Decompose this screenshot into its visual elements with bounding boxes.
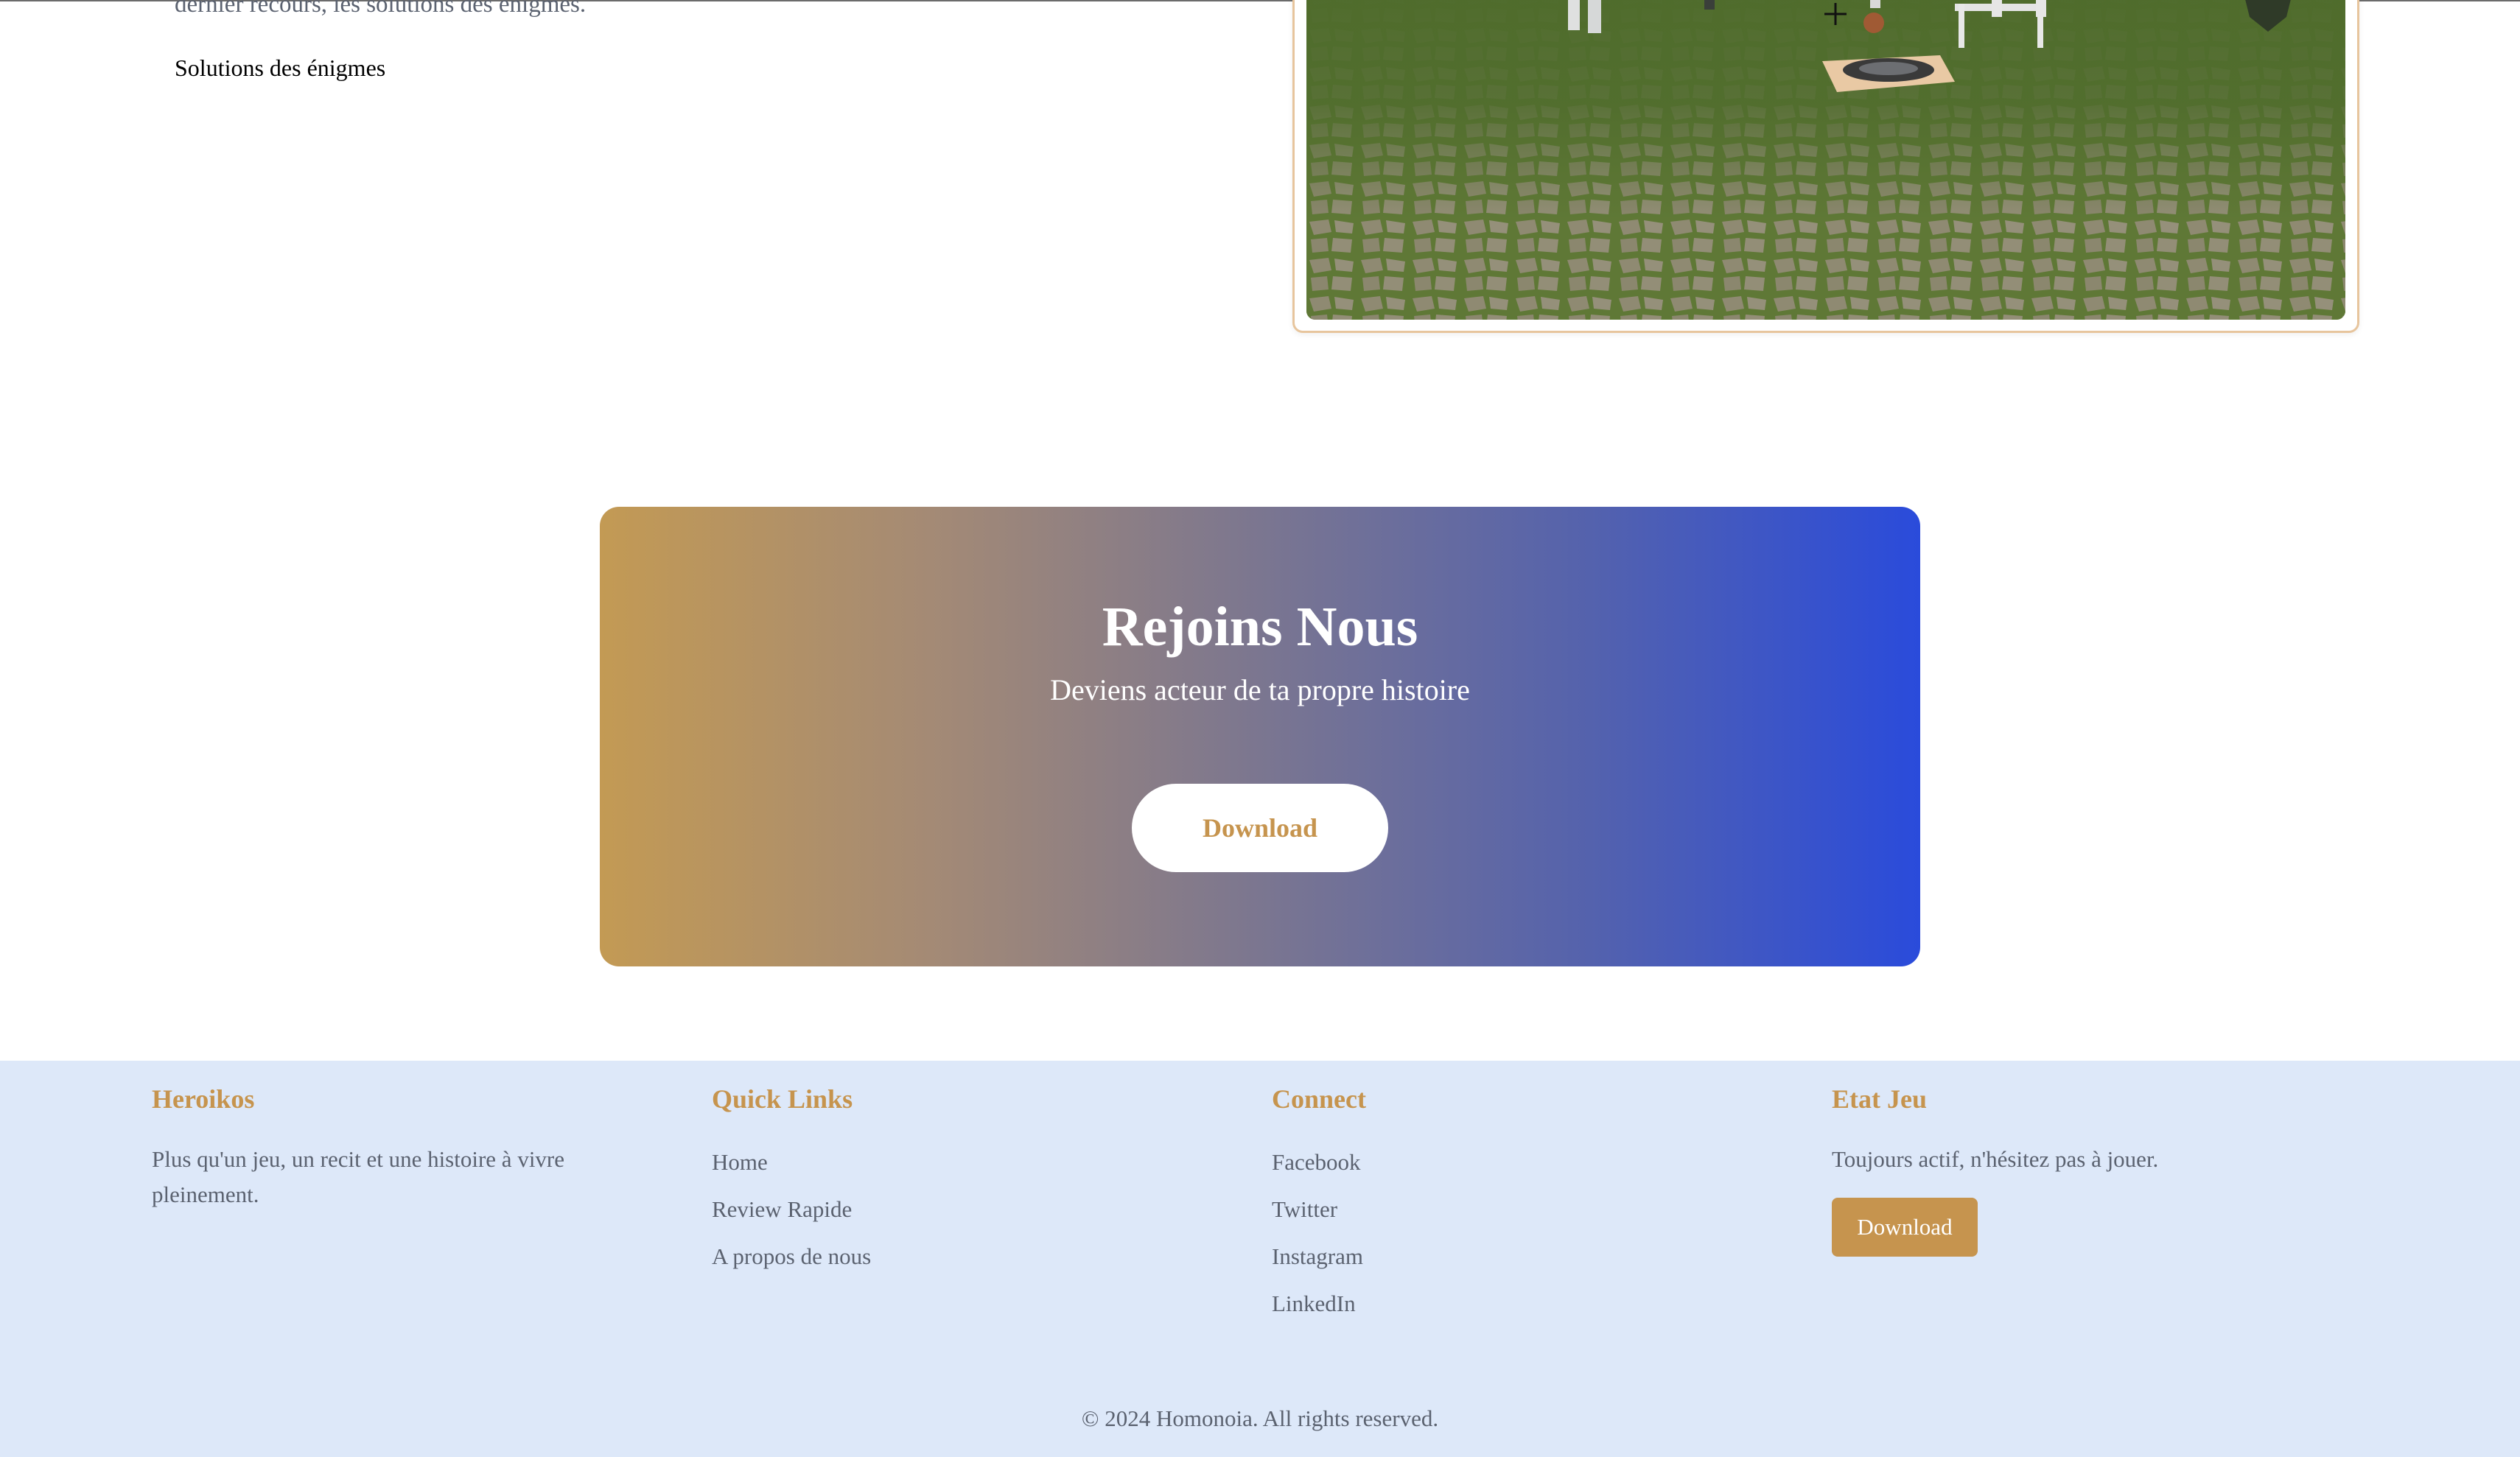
footer-link-home[interactable]: Home xyxy=(712,1139,1183,1186)
footer-quick-links-column: Quick Links Home Review Rapide A propos … xyxy=(712,1083,1183,1280)
footer-connect-column: Connect Facebook Twitter Instagram Linke… xyxy=(1272,1083,1743,1327)
footer-download-button[interactable]: Download xyxy=(1832,1198,1978,1257)
footer-quick-links-title: Quick Links xyxy=(712,1084,853,1114)
quick-links-list: Home Review Rapide A propos de nous xyxy=(712,1139,1183,1280)
join-us-banner: Rejoins Nous Deviens acteur de ta propre… xyxy=(600,507,1920,966)
footer-link-review[interactable]: Review Rapide xyxy=(712,1186,1183,1233)
footer-status-column: Etat Jeu Toujours actif, n'hésitez pas à… xyxy=(1832,1083,2303,1257)
footer-connect-title: Connect xyxy=(1272,1084,1366,1114)
solutions-paragraph: dernier recours, les solutions des énigm… xyxy=(175,0,587,18)
join-us-title: Rejoins Nous xyxy=(1102,596,1418,658)
solutions-text-block: dernier recours, les solutions des énigm… xyxy=(175,0,1243,82)
connect-list: Facebook Twitter Instagram LinkedIn xyxy=(1272,1139,1743,1327)
footer-link-instagram[interactable]: Instagram xyxy=(1272,1233,1743,1280)
site-footer: Heroikos Plus qu'un jeu, un recit et une… xyxy=(0,1061,2520,1457)
footer-link-linkedin[interactable]: LinkedIn xyxy=(1272,1280,1743,1327)
game-screenshot xyxy=(1306,0,2345,320)
footer-status-title: Etat Jeu xyxy=(1832,1084,1927,1114)
footer-status-description: Toujours actif, n'hésitez pas à jouer. xyxy=(1832,1146,2159,1172)
footer-link-about[interactable]: A propos de nous xyxy=(712,1233,1183,1280)
solutions-link[interactable]: Solutions des énigmes xyxy=(175,53,1243,82)
game-scene-image xyxy=(1306,0,2345,320)
footer-brand-title: Heroikos xyxy=(152,1084,255,1114)
footer-link-facebook[interactable]: Facebook xyxy=(1272,1139,1743,1186)
game-screenshot-frame xyxy=(1292,0,2359,333)
copyright-text: © 2024 Homonoia. All rights reserved. xyxy=(1081,1405,1439,1431)
footer-link-twitter[interactable]: Twitter xyxy=(1272,1186,1743,1233)
footer-brand-column: Heroikos Plus qu'un jeu, un recit et une… xyxy=(152,1083,623,1212)
footer-brand-description: Plus qu'un jeu, un recit et une histoire… xyxy=(152,1146,565,1207)
download-button[interactable]: Download xyxy=(1132,784,1388,872)
join-us-subtitle: Deviens acteur de ta propre histoire xyxy=(1050,673,1470,706)
